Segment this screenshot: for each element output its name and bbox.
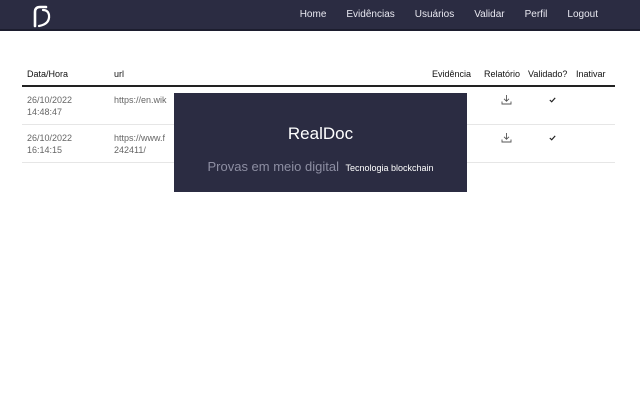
row-report xyxy=(484,124,528,163)
nav-home[interactable]: Home xyxy=(300,9,327,20)
top-navbar: Home Evidências Usuários Validar Perfil … xyxy=(0,0,640,31)
check-icon xyxy=(548,134,556,141)
check-icon xyxy=(548,97,556,103)
header-deactivate: Inativar xyxy=(576,62,615,87)
nav-perfil[interactable]: Perfil xyxy=(525,9,548,20)
header-evidence: Evidência xyxy=(432,62,484,87)
realdoc-logo-icon[interactable] xyxy=(30,4,52,28)
header-url: url xyxy=(114,62,432,87)
modal-tagline: Provas em meio digital xyxy=(207,159,339,174)
header-date: Data/Hora xyxy=(22,62,114,87)
row-date: 26/10/2022 xyxy=(27,132,73,143)
nav-logout[interactable]: Logout xyxy=(567,9,598,20)
row-time: 16:14:15 xyxy=(27,144,63,155)
row-datetime: 26/10/2022 16:14:15 xyxy=(22,124,114,163)
header-report: Relatório xyxy=(484,62,528,87)
header-validated: Validado? xyxy=(528,62,576,87)
nav-validar[interactable]: Validar xyxy=(474,9,504,20)
nav-evidencias[interactable]: Evidências xyxy=(346,9,394,20)
row-date: 26/10/2022 xyxy=(27,95,73,105)
row-report xyxy=(484,86,528,125)
table-header-row: Data/Hora url Evidência Relatório Valida… xyxy=(22,62,615,87)
main-nav: Home Evidências Usuários Validar Perfil … xyxy=(300,0,640,29)
nav-usuarios[interactable]: Usuários xyxy=(415,9,454,20)
row-datetime: 26/10/2022 14:48:47 xyxy=(22,86,114,125)
row-deactivate xyxy=(576,86,615,125)
row-deactivate xyxy=(576,124,615,163)
realdoc-splash-modal: RealDoc Provas em meio digital Tecnologi… xyxy=(174,93,467,192)
row-time: 14:48:47 xyxy=(27,107,63,117)
modal-title: RealDoc xyxy=(287,124,354,143)
row-validated xyxy=(528,86,576,125)
modal-subtitle: Provas em meio digital Tecnologia blockc… xyxy=(174,158,467,176)
download-icon[interactable] xyxy=(501,132,512,143)
download-icon[interactable] xyxy=(501,94,512,105)
row-validated xyxy=(528,124,576,163)
modal-tech: Tecnologia blockchain xyxy=(345,163,434,173)
